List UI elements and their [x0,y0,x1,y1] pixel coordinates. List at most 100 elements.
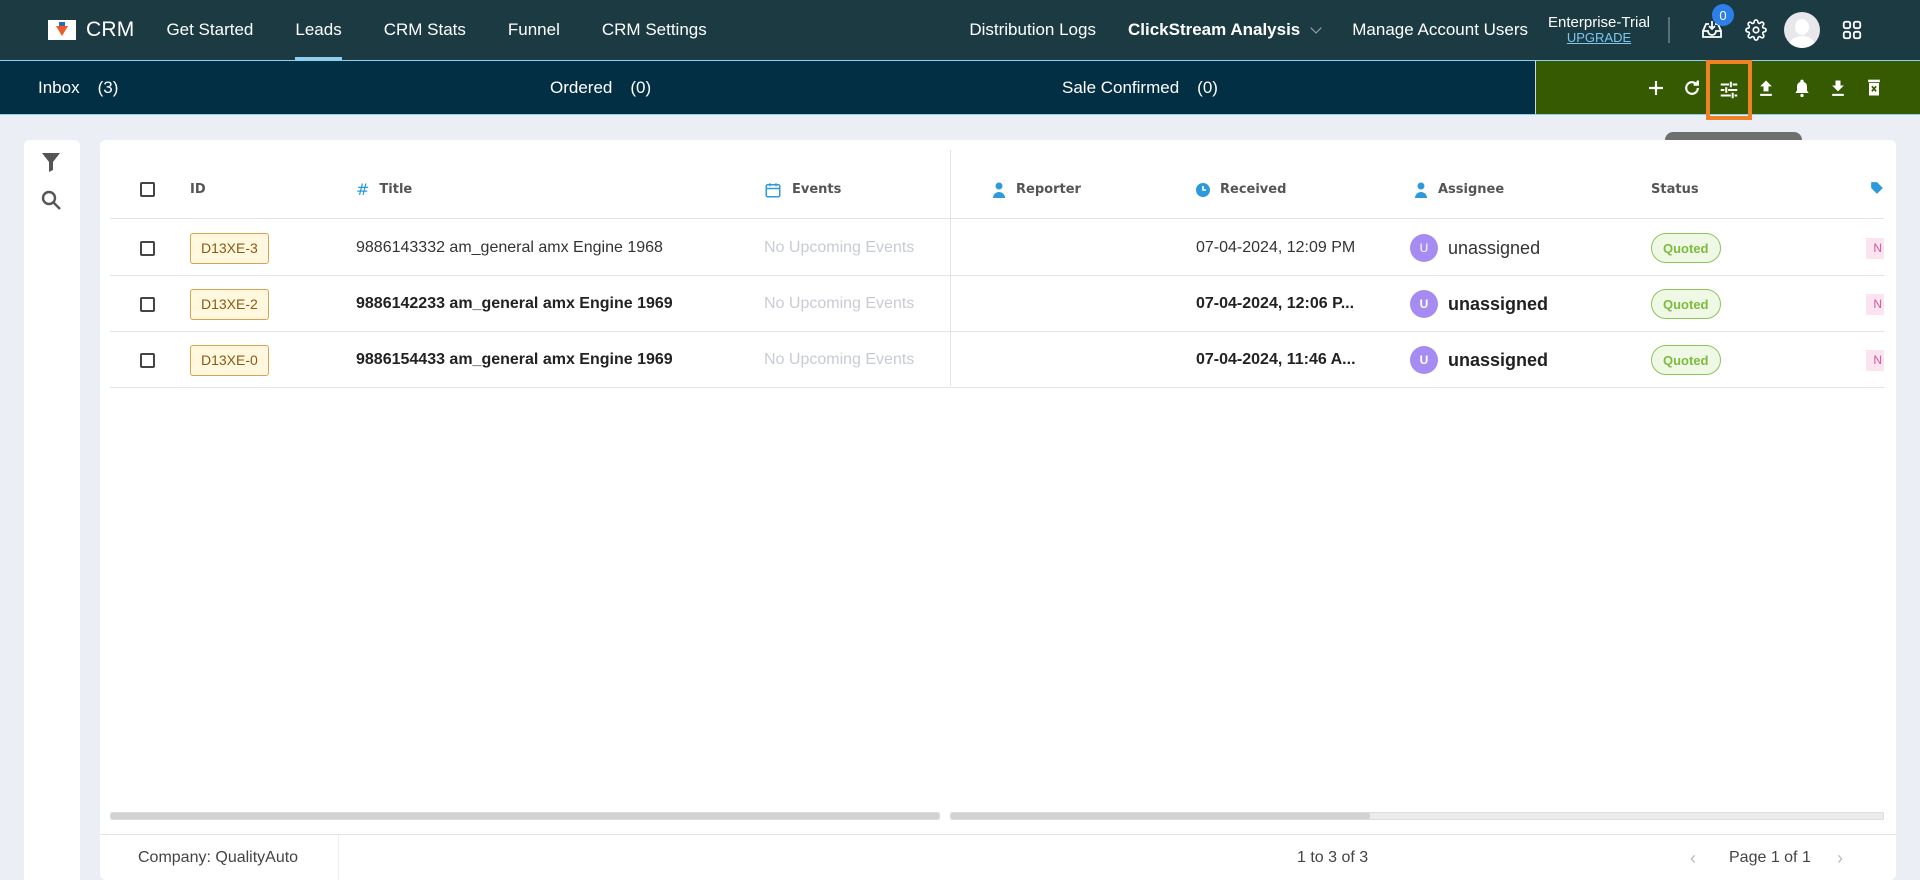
crm-logo-icon [48,20,76,40]
gear-icon [1745,19,1767,41]
tag-badge[interactable]: N [1866,293,1884,315]
row-range: 1 to 3 of 3 [1297,849,1369,866]
lead-id-tag[interactable]: D13XE-2 [190,288,269,320]
tag-badge[interactable]: N [1866,237,1884,259]
customize-columns-button[interactable] [1706,59,1752,120]
nav-crm-settings[interactable]: CRM Settings [586,0,723,60]
plus-icon [1649,80,1663,95]
delete-button[interactable] [1856,70,1892,106]
stage-label: Sale Confirmed [1062,77,1180,97]
lead-assignee[interactable]: U unassigned [1410,332,1548,388]
lead-received: 07-04-2024, 12:06 P... [1196,295,1355,312]
stage-sale-confirmed[interactable]: Sale Confirmed (0) [1062,61,1218,114]
row-checkbox[interactable] [140,296,155,312]
add-lead-button[interactable] [1638,70,1674,106]
settings-button[interactable] [1740,14,1772,46]
lead-title[interactable]: 9886143332 am_general amx Engine 1968 [356,220,663,276]
nav-funnel[interactable]: Funnel [492,0,576,60]
lead-events: No Upcoming Events [764,239,915,256]
plan-info: Enterprise-Trial UPGRADE [1548,14,1650,46]
stage-label: Inbox [38,77,80,97]
header-reporter[interactable]: Reporter [992,160,1081,219]
filter-button[interactable] [39,150,65,176]
calendar-icon [764,181,782,199]
person-icon [1414,182,1428,198]
download-button[interactable] [1820,70,1856,106]
scrollbar-thumb[interactable] [951,813,1371,819]
inbox-button[interactable]: 0 [1696,4,1734,46]
apps-button[interactable] [1836,14,1868,46]
table-footer: Company: QualityAuto 1 to 3 of 3 ‹ Page … [100,834,1896,880]
header-label: Title [379,182,413,197]
assignee-avatar: U [1410,234,1438,262]
assignee-name: unassigned [1448,349,1549,370]
header-label: Assignee [1438,182,1505,197]
scrollbar-thumb[interactable] [111,813,939,819]
refresh-button[interactable] [1674,70,1710,106]
table-row[interactable]: D13XE-0 9886154433 am_general amx Engine… [110,332,1884,388]
brand[interactable]: CRM [48,18,134,42]
status-badge[interactable]: Quoted [1651,289,1721,319]
previous-page-button[interactable]: ‹ [1690,835,1696,880]
tag-badge[interactable]: N [1866,349,1884,371]
status-badge[interactable]: Quoted [1651,233,1721,263]
stage-inbox[interactable]: Inbox (3) [38,61,118,114]
header-status[interactable]: Status [1651,160,1699,219]
hash-icon: # [356,180,370,199]
header-assignee[interactable]: Assignee [1414,160,1504,219]
side-rail [24,140,80,880]
lead-title[interactable]: 9886154433 am_general amx Engine 1969 [356,332,673,388]
notifications-button[interactable] [1784,70,1820,106]
lead-events: No Upcoming Events [764,295,915,312]
header-received[interactable]: Received [1196,160,1286,219]
lead-assignee[interactable]: U unassigned [1410,276,1548,332]
lead-title[interactable]: 9886142233 am_general amx Engine 1969 [356,276,673,332]
lead-received: 07-04-2024, 11:46 A... [1196,351,1356,368]
nav-manage-account-users[interactable]: Manage Account Users [1336,0,1544,60]
customize-columns-icon [1720,81,1738,98]
upgrade-link[interactable]: UPGRADE [1567,30,1631,46]
table-row[interactable]: D13XE-2 9886142233 am_general amx Engine… [110,276,1884,332]
divider [338,835,339,880]
lead-id-tag[interactable]: D13XE-0 [190,344,269,376]
plan-name: Enterprise-Trial [1548,13,1650,31]
assignee-avatar: U [1410,290,1438,318]
next-page-button[interactable]: › [1837,835,1843,880]
lead-received: 07-04-2024, 12:09 PM [1196,239,1356,256]
header-events[interactable]: Events [764,160,841,219]
user-avatar[interactable] [1784,12,1820,48]
lead-assignee[interactable]: U unassigned [1410,220,1540,276]
upload-button[interactable] [1748,70,1784,106]
divider [1668,17,1670,43]
select-all-checkbox[interactable] [140,182,155,197]
page-info: Page 1 of 1 [1729,849,1811,866]
status-badge[interactable]: Quoted [1651,345,1721,375]
nav-distribution-logs[interactable]: Distribution Logs [953,0,1112,60]
lead-id-tag[interactable]: D13XE-3 [190,232,269,264]
apps-grid-icon [1842,20,1862,40]
delete-icon [1868,79,1880,95]
assignee-name: unassigned [1448,293,1549,314]
header-tags[interactable] [1870,160,1884,219]
header-id[interactable]: ID [190,160,206,219]
chevron-right-icon: › [1837,847,1843,868]
search-button[interactable] [39,188,65,214]
nav-get-started[interactable]: Get Started [150,0,269,60]
row-checkbox[interactable] [140,352,155,368]
right-pane-scrollbar[interactable] [950,812,1884,820]
stage-ordered[interactable]: Ordered (0) [550,61,651,114]
table-row[interactable]: D13XE-3 9886143332 am_general amx Engine… [110,220,1884,276]
leads-table-card: ID # Title Events Reporter Received Assi… [100,140,1896,880]
left-pane-scrollbar[interactable] [110,812,940,820]
nav-clickstream-dropdown[interactable]: ClickStream Analysis [1112,0,1336,60]
filter-icon [42,153,60,172]
lead-events: No Upcoming Events [764,351,915,368]
nav-crm-stats[interactable]: CRM Stats [368,0,482,60]
header-label: Reporter [1016,182,1081,197]
download-icon [1832,80,1844,96]
header-title[interactable]: # Title [356,160,412,219]
nav-leads[interactable]: Leads [279,0,357,60]
stage-bar: Inbox (3) Ordered (0) Sale Confirmed (0) [0,59,1920,120]
stage-count: (3) [97,77,119,97]
row-checkbox[interactable] [140,240,155,256]
